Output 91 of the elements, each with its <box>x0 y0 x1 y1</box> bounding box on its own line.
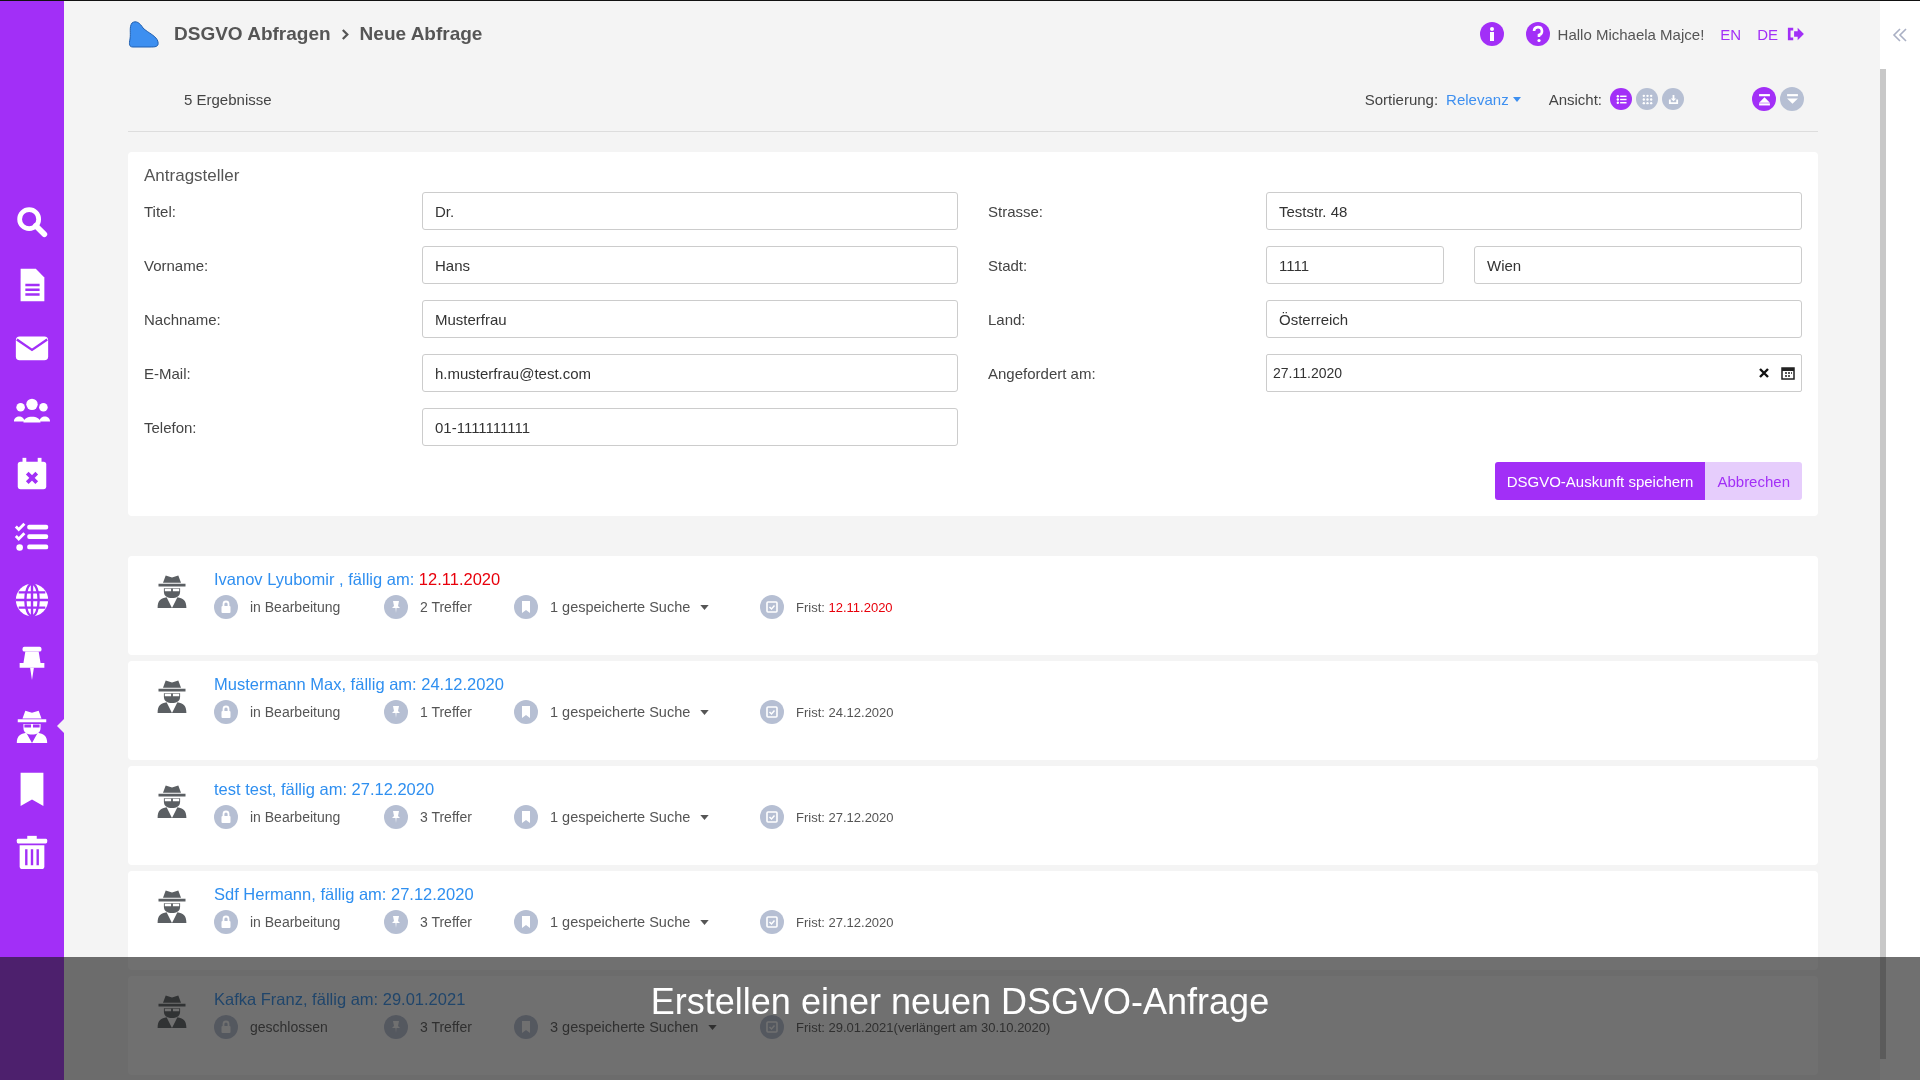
greeting-text: Hallo Michaela Majce! <box>1557 25 1705 43</box>
lock-icon <box>214 595 238 619</box>
field-label: Nachname: <box>144 310 222 328</box>
bookmark-icon <box>514 805 538 829</box>
input-field[interactable]: Dr. <box>422 192 958 230</box>
status-text: in Bearbeitung <box>250 914 341 930</box>
field-label: Land: <box>988 310 1027 328</box>
status-text: in Bearbeitung <box>250 704 341 720</box>
bookmark-icon <box>514 1015 538 1039</box>
request-card[interactable]: Ivanov Lyubomir , fällig am: 12.11.2020 in Bearbeitung 2 Treffer 1 gespeicherte Suche Frist: 12.11.2020 <box>128 556 1818 655</box>
field-label: Angefordert am: <box>988 364 1097 382</box>
calendar-check-icon <box>760 595 784 619</box>
hits-count: 1 Treffer <box>420 704 472 720</box>
deadline-text: Frist: 27.12.2020 <box>796 809 894 825</box>
lock-icon <box>214 700 238 724</box>
pushpin-icon <box>384 700 408 724</box>
field-label: Strasse: <box>988 202 1045 220</box>
help-icon[interactable] <box>1525 22 1550 46</box>
bookmark-icon <box>514 910 538 934</box>
status-text: in Bearbeitung <box>250 809 341 825</box>
logo-icon <box>128 20 160 48</box>
saved-searches-dropdown[interactable]: 1 gespeicherte Suche <box>550 914 710 930</box>
pushpin-icon <box>384 805 408 829</box>
globe-icon <box>13 581 51 619</box>
lock-icon <box>214 1015 238 1039</box>
caret-icon <box>700 709 710 715</box>
view-label: Ansicht: <box>1548 90 1602 108</box>
request-title-link[interactable]: Ivanov Lyubomir , fällig am: 12.11.2020 <box>214 570 501 589</box>
deadline-text: Frist: 24.12.2020 <box>796 704 894 720</box>
date-field[interactable]: 27.11.2020 <box>1266 354 1802 392</box>
language-link[interactable]: EN <box>1720 25 1742 43</box>
caret-icon <box>708 1024 718 1030</box>
language-link[interactable]: DE <box>1757 25 1778 43</box>
chevron-right-icon <box>340 27 350 41</box>
field-label: Vorname: <box>144 256 210 274</box>
breadcrumb-link[interactable]: DSGVO Abfragen <box>174 23 331 45</box>
hits-count: 3 Treffer <box>420 1019 472 1035</box>
hits-count: 3 Treffer <box>420 914 472 930</box>
request-card[interactable]: test test, fällig am: 27.12.2020 in Bearbeitung 3 Treffer 1 gespeicherte Suche Frist: 27.12.2020 <box>128 766 1818 865</box>
save-button[interactable]: DSGVO-Auskunft speichern <box>1494 462 1706 500</box>
hits-count: 2 Treffer <box>420 599 472 615</box>
input-field[interactable]: h.musterfrau@test.com <box>422 354 958 392</box>
scrollbar[interactable] <box>1880 69 1886 1059</box>
caret-icon <box>700 814 710 820</box>
calendar-check-icon <box>760 910 784 934</box>
input-field[interactable]: 1111 <box>1266 246 1444 284</box>
input-field[interactable]: Teststr. 48 <box>1266 192 1802 230</box>
bookmark-icon <box>514 700 538 724</box>
caret-icon <box>700 604 710 610</box>
breadcrumb-current: Neue Abfrage <box>359 23 483 45</box>
saved-searches-dropdown[interactable]: 1 gespeicherte Suche <box>550 599 710 615</box>
caption-text: Erstellen einer neuen DSGVO-Anfrage <box>650 981 1270 1022</box>
saved-searches-dropdown[interactable]: 1 gespeicherte Suche <box>550 704 710 720</box>
caret-icon <box>1512 96 1521 102</box>
list-view-icon[interactable] <box>1610 88 1632 110</box>
input-field[interactable]: Musterfrau <box>422 300 958 338</box>
field-label: E-Mail: <box>144 364 192 382</box>
pushpin-icon <box>384 910 408 934</box>
deadline-text: Frist: 27.12.2020 <box>796 914 894 930</box>
calendar-check-icon <box>760 700 784 724</box>
expand-all-icon[interactable] <box>1752 87 1776 111</box>
input-field[interactable]: Hans <box>422 246 958 284</box>
field-label: Telefon: <box>144 418 198 436</box>
input-field[interactable]: Wien <box>1474 246 1802 284</box>
pushpin-icon <box>384 595 408 619</box>
deadline-text: Frist: 29.01.2021(verlängert am 30.10.2020) <box>796 1019 1051 1035</box>
request-card[interactable]: Sdf Hermann, fällig am: 27.12.2020 in Bearbeitung 3 Treffer 1 gespeicherte Suche Frist: 27.12.2020 <box>128 871 1818 970</box>
results-count: 5 Ergebnisse <box>184 90 272 108</box>
hits-count: 3 Treffer <box>420 809 472 825</box>
field-label: Stadt: <box>988 256 1029 274</box>
caret-icon <box>700 919 710 925</box>
calendar-icon[interactable] <box>1781 366 1795 380</box>
lock-icon <box>214 805 238 829</box>
calendar-check-icon <box>760 1015 784 1039</box>
lock-icon <box>214 910 238 934</box>
sort-label: Sortierung: <box>1364 90 1439 108</box>
field-label: Titel: <box>144 202 177 220</box>
calendar-check-icon <box>760 805 784 829</box>
status-text: in Bearbeitung <box>250 599 341 615</box>
info-icon[interactable] <box>1479 22 1504 46</box>
saved-searches-dropdown[interactable]: 1 gespeicherte Suche <box>550 809 710 825</box>
bookmark-icon <box>514 595 538 619</box>
clear-icon[interactable] <box>1759 368 1769 378</box>
form-title: Antragsteller <box>144 166 241 186</box>
deadline-text: Frist: 12.11.2020 <box>796 599 893 615</box>
input-field[interactable]: Österreich <box>1266 300 1802 338</box>
request-card[interactable]: Mustermann Max, fällig am: 24.12.2020 in Bearbeitung 1 Treffer 1 gespeicherte Suche Frist: 24.12.2020 <box>128 661 1818 760</box>
logout-icon[interactable] <box>1786 26 1804 42</box>
pushpin-icon <box>384 1015 408 1039</box>
status-text: geschlossen <box>250 1019 328 1035</box>
input-field[interactable]: 01-1111111111 <box>422 408 958 446</box>
